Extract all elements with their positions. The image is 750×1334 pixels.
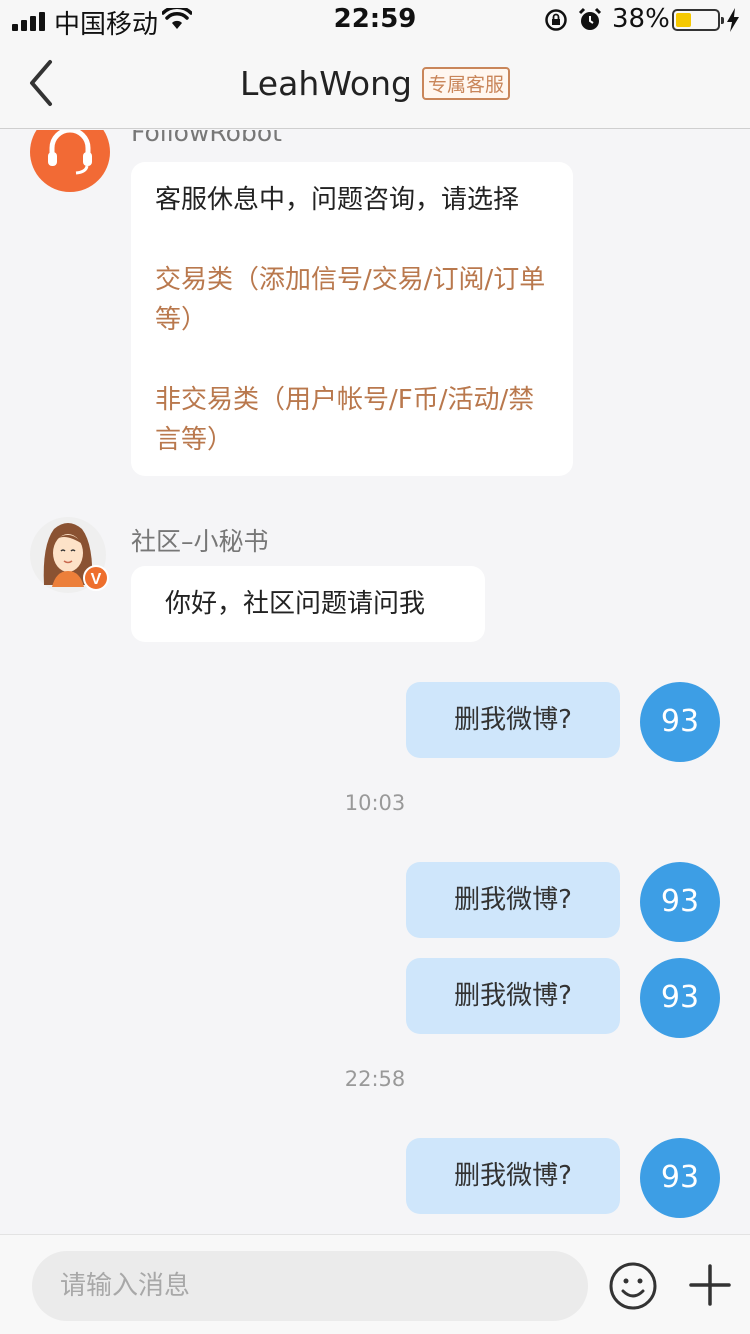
secretary-avatar[interactable]: V bbox=[30, 515, 112, 597]
plus-icon bbox=[689, 1264, 731, 1306]
option-trade-link[interactable]: 交易类（添加信号/交易/订阅/订单等） bbox=[155, 260, 549, 340]
message-input[interactable] bbox=[32, 1251, 588, 1321]
service-badge: 专属客服 bbox=[421, 67, 510, 100]
headset-icon bbox=[48, 130, 92, 175]
robot-message-bubble: 客服休息中，问题咨询，请选择 交易类（添加信号/交易/订阅/订单等） 非交易类（… bbox=[131, 162, 573, 476]
input-bar bbox=[0, 1234, 750, 1334]
rotation-lock-icon bbox=[545, 9, 567, 31]
battery-percent: 38% bbox=[612, 4, 670, 34]
secretary-message-bubble: 你好，社区问题请问我 bbox=[131, 566, 485, 642]
outgoing-message-bubble: 删我微博? bbox=[406, 958, 620, 1034]
robot-message-text: 客服休息中，问题咨询，请选择 bbox=[155, 185, 520, 215]
robot-sender-name: FollowRobot bbox=[131, 130, 282, 147]
user-avatar[interactable]: 93 bbox=[640, 958, 720, 1038]
option-non-trade-link[interactable]: 非交易类（用户帐号/F币/活动/禁言等） bbox=[155, 380, 549, 460]
secretary-message-text: 你好，社区问题请问我 bbox=[165, 589, 426, 619]
timestamp: 10:03 bbox=[344, 791, 406, 815]
user-avatar[interactable]: 93 bbox=[640, 682, 720, 762]
smiley-icon bbox=[609, 1262, 657, 1310]
emoji-button[interactable] bbox=[608, 1261, 658, 1311]
timestamp: 22:58 bbox=[344, 1067, 406, 1091]
page-title: LeahWong bbox=[239, 64, 412, 103]
user-avatar[interactable]: 93 bbox=[640, 1138, 720, 1218]
chat-area[interactable]: FollowRobot 客服休息中，问题咨询，请选择 交易类（添加信号/交易/订… bbox=[0, 130, 750, 1234]
nav-bar: LeahWong 专属客服 bbox=[0, 40, 750, 129]
battery-icon bbox=[672, 9, 724, 31]
verified-badge-icon: V bbox=[91, 571, 102, 588]
user-avatar[interactable]: 93 bbox=[640, 862, 720, 942]
woman-avatar-icon: V bbox=[30, 517, 109, 593]
add-attachment-button[interactable] bbox=[688, 1263, 732, 1307]
outgoing-message-bubble: 删我微博? bbox=[406, 1138, 620, 1214]
outgoing-message-bubble: 删我微博? bbox=[406, 862, 620, 938]
charging-bolt-icon bbox=[727, 8, 739, 32]
outgoing-message-bubble: 删我微博? bbox=[406, 682, 620, 758]
nav-title-group: LeahWong 专属客服 bbox=[0, 64, 750, 103]
alarm-icon bbox=[578, 7, 602, 30]
secretary-sender-name: 社区–小秘书 bbox=[131, 527, 269, 556]
robot-avatar[interactable] bbox=[30, 130, 110, 192]
status-bar: 中国移动 22:59 38% bbox=[0, 0, 750, 40]
